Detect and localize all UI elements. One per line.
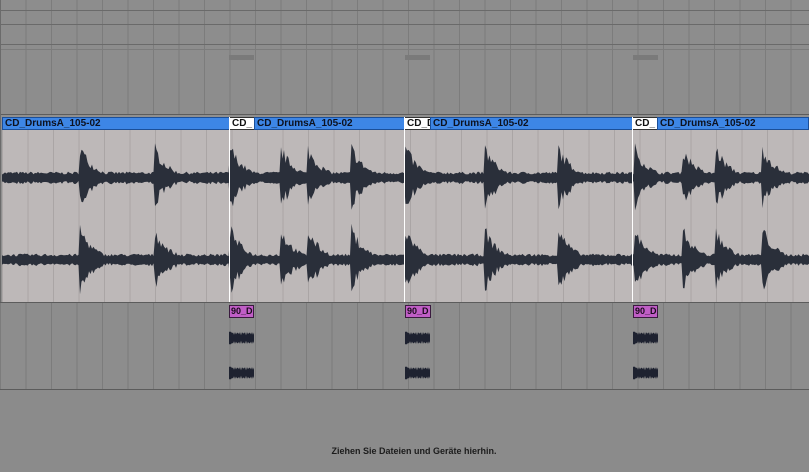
waveform-channel-right: [2, 223, 809, 295]
sample-clip-header[interactable]: 90_D: [405, 305, 431, 318]
waveform-channel-left: [2, 143, 809, 211]
audio-clip-header[interactable]: CD_DrumsA_105-02: [430, 117, 633, 130]
audio-clip-header[interactable]: CD_DrumsA_105-02: [657, 117, 809, 130]
audio-waveform: [2, 143, 809, 295]
audio-clip-header[interactable]: CD_DrumsA_105-02: [2, 117, 230, 130]
track-divider: [0, 49, 809, 50]
drop-zone[interactable]: [0, 390, 809, 472]
clip-boundary: [404, 117, 405, 302]
audio-clip-header[interactable]: CD_: [632, 117, 658, 130]
loop-marker[interactable]: [229, 55, 254, 60]
drop-zone-hint: Ziehen Sie Dateien und Geräte hierhin.: [331, 446, 497, 456]
clip-boundary: [632, 117, 633, 302]
audio-clip-header[interactable]: CD_DrumsA_105-02: [254, 117, 405, 130]
audio-clip-body[interactable]: [2, 130, 809, 302]
sample-waveform: [633, 331, 658, 380]
track-divider: [0, 24, 809, 25]
sample-clip-header[interactable]: 90_D: [633, 305, 658, 318]
audio-clip-header[interactable]: CD_: [229, 117, 255, 130]
sample-waveform: [229, 331, 254, 380]
loop-marker[interactable]: [405, 55, 430, 60]
track-divider: [0, 44, 809, 45]
sample-waveform: [405, 331, 430, 380]
track-divider: [0, 114, 809, 115]
track-divider: [0, 10, 809, 11]
clip-boundary: [229, 117, 230, 302]
loop-marker[interactable]: [633, 55, 658, 60]
audio-clip-header[interactable]: CD_D: [404, 117, 431, 130]
sample-clip-header[interactable]: 90_D: [229, 305, 254, 318]
